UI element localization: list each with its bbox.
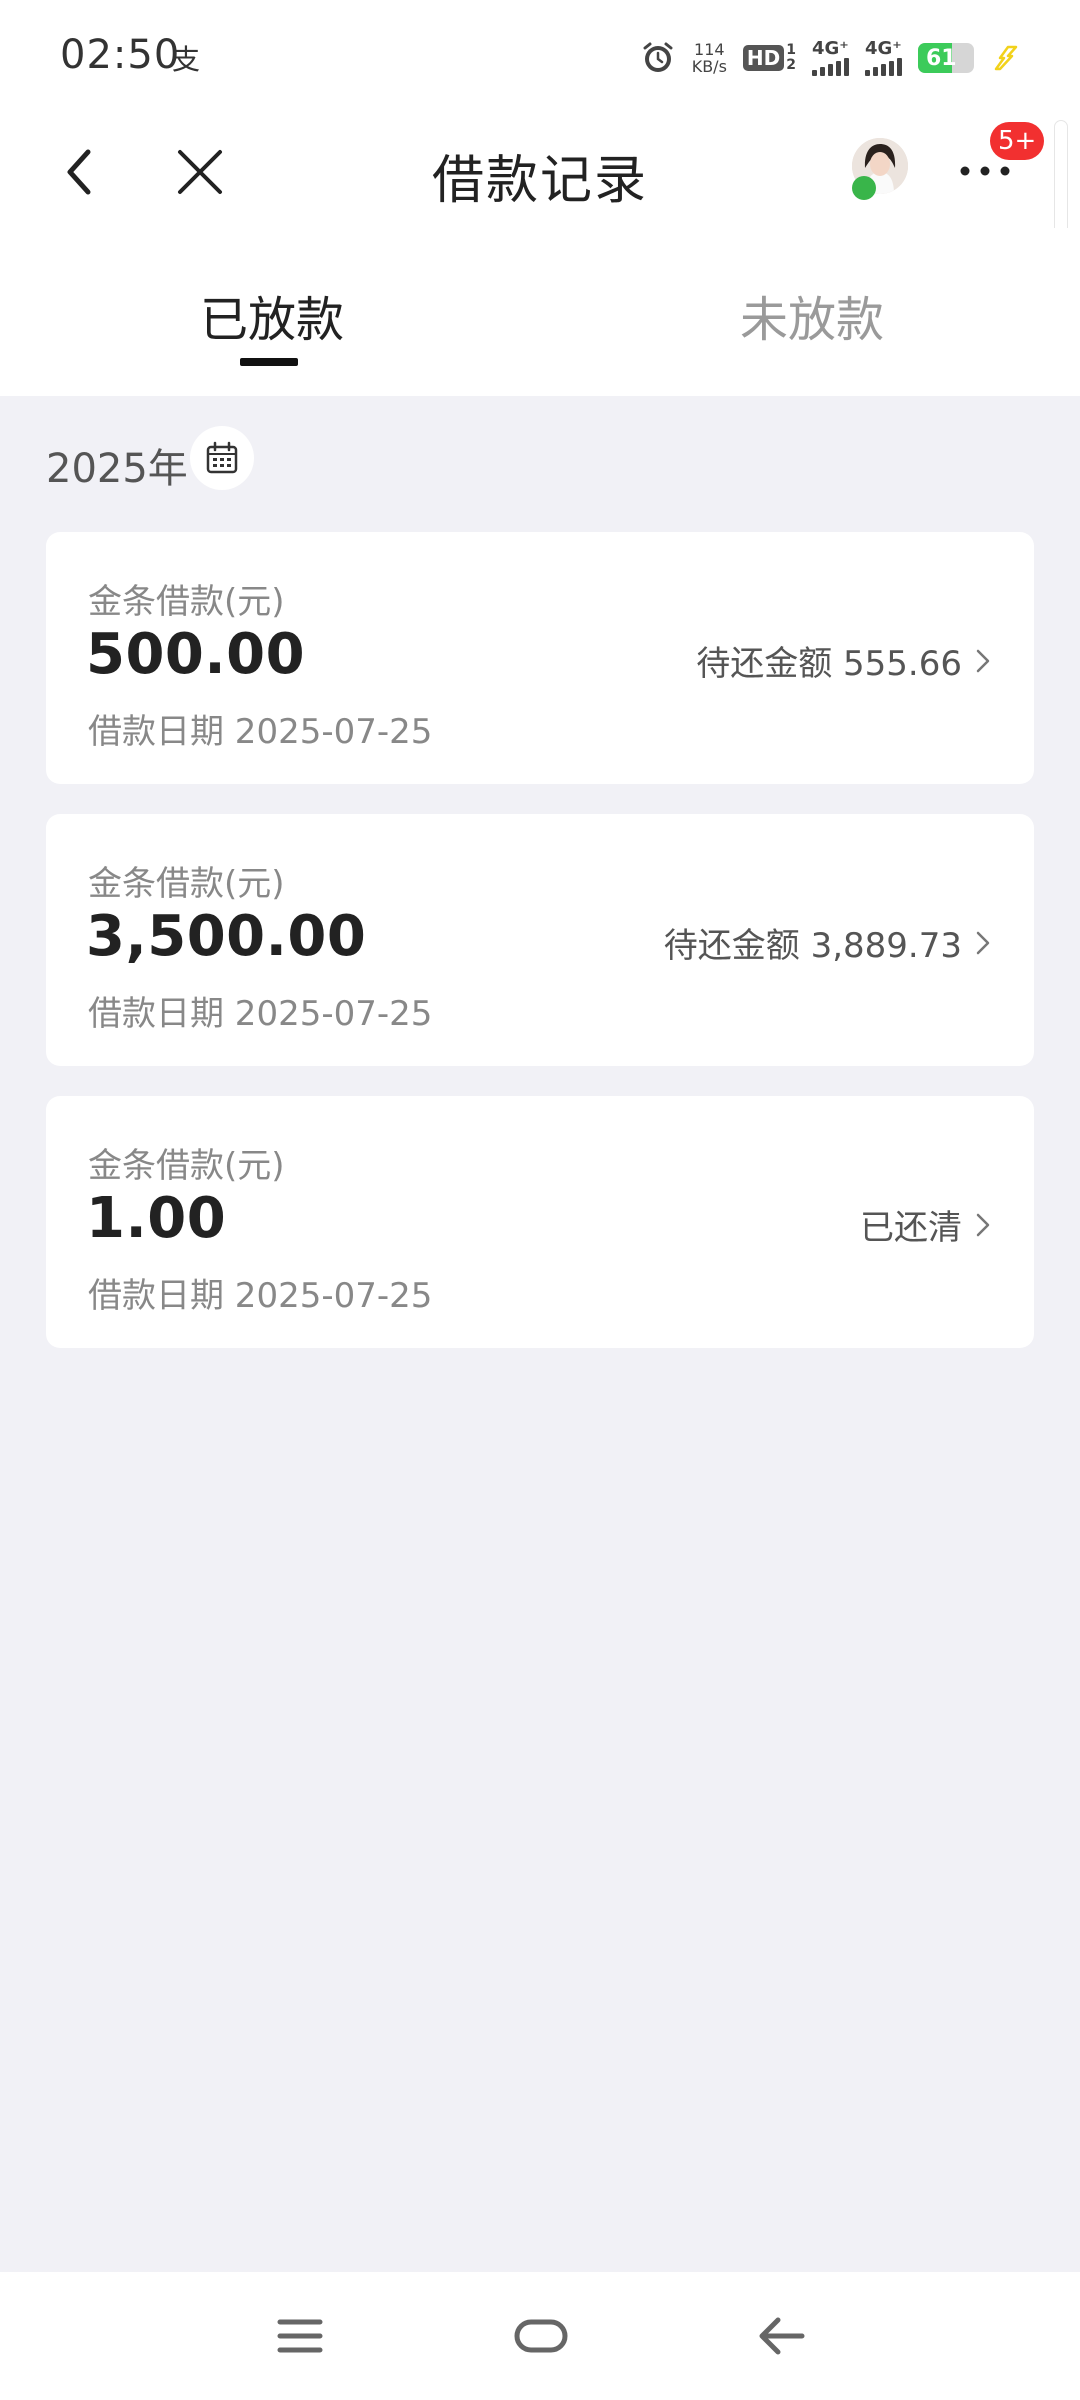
active-tab-indicator bbox=[240, 358, 298, 366]
alarm-icon bbox=[643, 42, 673, 72]
signal-sim2-label: 4G⁺ bbox=[865, 38, 902, 59]
loan-type-label: 金条借款(元) bbox=[88, 864, 285, 904]
status-bar: 02:50 支 114 KB/s HD 1 2 4G⁺ 4G⁺ 61 bbox=[0, 0, 1080, 116]
chat-indicator-icon bbox=[852, 176, 876, 200]
loan-date: 借款日期 2025-07-25 bbox=[88, 1276, 433, 1316]
hd-sim-1: 1 bbox=[786, 42, 796, 58]
loan-amount: 3,500.00 bbox=[86, 904, 367, 969]
signal-sim1-icon: 4G⁺ bbox=[812, 40, 849, 76]
screen: 02:50 支 114 KB/s HD 1 2 4G⁺ 4G⁺ 61 借款记录 … bbox=[0, 0, 1080, 2400]
outstanding-amount: 待还金额 3,889.73 bbox=[663, 926, 962, 966]
record-status-link[interactable]: 已还清 bbox=[860, 1200, 996, 1249]
loan-record-card[interactable]: 金条借款(元) 500.00 借款日期 2025-07-25 待还金额 555.… bbox=[46, 532, 1034, 784]
hd-label: HD bbox=[742, 45, 785, 71]
chevron-right-icon bbox=[976, 931, 990, 954]
calendar-button[interactable] bbox=[190, 426, 254, 490]
network-speed: 114 KB/s bbox=[692, 41, 727, 75]
hd-sim-2: 2 bbox=[786, 57, 796, 73]
loan-amount: 500.00 bbox=[86, 622, 306, 687]
hd-voice-icon: HD 1 2 bbox=[742, 43, 796, 73]
loan-type-label: 金条借款(元) bbox=[88, 1146, 285, 1186]
signal-bars bbox=[812, 58, 849, 76]
signal-sim1-label: 4G⁺ bbox=[812, 38, 849, 59]
status-icons: 114 KB/s HD 1 2 4G⁺ 4G⁺ 61 bbox=[640, 30, 1020, 86]
battery-level: 61 bbox=[926, 45, 957, 71]
battery-icon: 61 bbox=[918, 43, 974, 73]
record-status-link[interactable]: 待还金额 3,889.73 bbox=[664, 918, 996, 967]
alipay-notification-icon: 支 bbox=[172, 43, 201, 76]
status-time: 02:50 bbox=[60, 32, 181, 78]
recent-apps-icon[interactable] bbox=[276, 2316, 324, 2356]
loan-amount: 1.00 bbox=[86, 1186, 227, 1251]
loan-date: 借款日期 2025-07-25 bbox=[88, 712, 433, 752]
chevron-right-icon bbox=[976, 1213, 990, 1236]
chevron-right-icon bbox=[976, 649, 990, 672]
tab-bar: 已放款 未放款 bbox=[0, 228, 1080, 396]
charging-icon bbox=[994, 45, 1018, 71]
notification-badge: 5+ bbox=[990, 122, 1045, 160]
back-icon[interactable] bbox=[756, 2314, 806, 2358]
tab-not-disbursed[interactable]: 未放款 bbox=[740, 280, 884, 350]
net-speed-value: 114 bbox=[694, 40, 725, 59]
outstanding-amount: 待还金额 555.66 bbox=[696, 644, 962, 684]
tab-disbursed[interactable]: 已放款 bbox=[200, 280, 344, 350]
nav-bar: 借款记录 5+ bbox=[0, 116, 1080, 228]
page-title: 借款记录 bbox=[431, 151, 648, 211]
home-icon[interactable] bbox=[514, 2316, 568, 2356]
year-label[interactable]: 2025年 bbox=[46, 436, 188, 494]
signal-sim2-icon: 4G⁺ bbox=[865, 40, 902, 76]
calendar-icon bbox=[206, 441, 238, 474]
system-navigation-bar bbox=[0, 2272, 1080, 2400]
signal-bars bbox=[865, 58, 902, 76]
scrollbar[interactable] bbox=[1054, 120, 1068, 240]
loan-record-card[interactable]: 金条借款(元) 3,500.00 借款日期 2025-07-25 待还金额 3,… bbox=[46, 814, 1034, 1066]
loan-type-label: 金条借款(元) bbox=[88, 582, 285, 622]
repaid-status: 已还清 bbox=[860, 1208, 962, 1248]
hd-sim-numbers: 1 2 bbox=[786, 43, 796, 73]
loan-date: 借款日期 2025-07-25 bbox=[88, 994, 433, 1034]
net-speed-unit: KB/s bbox=[691, 57, 727, 76]
record-status-link[interactable]: 待还金额 555.66 bbox=[696, 636, 996, 685]
loan-record-card[interactable]: 金条借款(元) 1.00 借款日期 2025-07-25 已还清 bbox=[46, 1096, 1034, 1348]
